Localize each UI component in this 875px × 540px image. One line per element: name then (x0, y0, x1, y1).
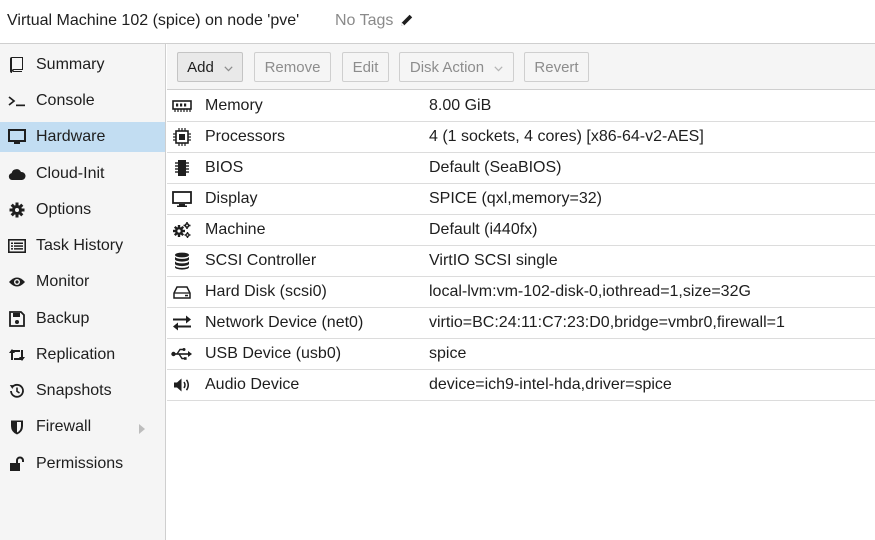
hardware-row-hard-disk[interactable]: Hard Disk (scsi0) local-lvm:vm-102-disk-… (167, 277, 875, 308)
hardware-row-name: Network Device (net0) (205, 314, 364, 331)
cogs-icon (171, 221, 193, 239)
hardware-row-value: 4 (1 sockets, 4 cores) [x86-64-v2-AES] (429, 128, 704, 145)
sidebar-item-label: Console (36, 92, 95, 109)
hardware-row-machine[interactable]: Machine Default (i440fx) (167, 215, 875, 246)
sidebar-item-replication[interactable]: Replication (0, 340, 165, 370)
sidebar-item-label: Hardware (36, 128, 106, 145)
pencil-icon[interactable] (400, 13, 414, 32)
volume-icon (171, 376, 193, 394)
sidebar-item-label: Monitor (36, 273, 90, 290)
sidebar-item-label: Options (36, 201, 92, 218)
hdd-icon (171, 283, 193, 301)
cloud-icon (7, 165, 27, 183)
hardware-row-name: BIOS (205, 159, 244, 176)
hardware-row-network-device[interactable]: Network Device (net0) virtio=BC:24:11:C7… (167, 308, 875, 339)
hardware-row-value: SPICE (qxl,memory=32) (429, 190, 602, 207)
sidebar-item-permissions[interactable]: Permissions (0, 449, 165, 479)
revert-button[interactable]: Revert (524, 52, 589, 82)
hardware-row-value: local-lvm:vm-102-disk-0,iothread=1,size=… (429, 283, 751, 300)
cpu-icon (171, 128, 193, 146)
chevron-down-icon (494, 59, 503, 76)
hardware-row-value: device=ich9-intel-hda,driver=spice (429, 376, 672, 393)
hardware-row-value: spice (429, 345, 467, 362)
sidebar-item-label: Task History (36, 237, 124, 254)
sidebar-item-hardware[interactable]: Hardware (0, 122, 165, 152)
memory-icon (171, 97, 193, 115)
sidebar-item-task-history[interactable]: Task History (0, 231, 165, 261)
revert-button-label: Revert (534, 58, 579, 76)
floppy-icon (7, 310, 27, 328)
add-button[interactable]: Add (177, 52, 243, 82)
hardware-row-name: USB Device (usb0) (205, 345, 342, 362)
database-icon (171, 252, 193, 270)
chip-icon (171, 159, 193, 177)
unlock-icon (7, 455, 27, 473)
hardware-row-memory[interactable]: Memory 8.00 GiB (167, 91, 875, 122)
hardware-row-value: 8.00 GiB (429, 97, 492, 114)
usb-icon (171, 345, 193, 363)
hardware-row-value: virtio=BC:24:11:C7:23:D0,bridge=vmbr0,fi… (429, 314, 785, 331)
sidebar-item-cloud-init[interactable]: Cloud-Init (0, 159, 165, 189)
sidebar-item-monitor[interactable]: Monitor (0, 267, 165, 297)
hardware-row-value: VirtIO SCSI single (429, 252, 558, 269)
list-icon (7, 237, 27, 255)
hardware-row-name: Processors (205, 128, 286, 145)
sidebar-item-snapshots[interactable]: Snapshots (0, 376, 165, 406)
sidebar-item-label: Firewall (36, 418, 92, 435)
disk-action-button[interactable]: Disk Action (399, 52, 514, 82)
hardware-row-name: Machine (205, 221, 266, 238)
title-bar: Virtual Machine 102 (spice) on node 'pve… (0, 0, 875, 44)
terminal-icon (7, 92, 27, 110)
history-icon (7, 382, 27, 400)
sidebar-item-summary[interactable]: Summary (0, 50, 165, 80)
sidebar-item-label: Permissions (36, 455, 124, 472)
sidebar-item-label: Cloud-Init (36, 165, 105, 182)
hardware-row-processors[interactable]: Processors 4 (1 sockets, 4 cores) [x86-6… (167, 122, 875, 153)
gear-icon (7, 201, 27, 219)
edit-button[interactable]: Edit (342, 52, 389, 82)
sidebar-item-backup[interactable]: Backup (0, 304, 165, 334)
chevron-down-icon (224, 59, 233, 76)
exchange-icon (171, 314, 193, 332)
hardware-row-value: Default (SeaBIOS) (429, 159, 562, 176)
sidebar: Summary Console Hardware Cloud-Init Opti… (0, 44, 166, 540)
sidebar-item-label: Backup (36, 310, 90, 327)
disk-action-button-label: Disk Action (409, 58, 485, 76)
shield-icon (7, 418, 27, 436)
hardware-row-name: Display (205, 190, 258, 207)
hardware-row-bios[interactable]: BIOS Default (SeaBIOS) (167, 153, 875, 184)
retweet-icon (7, 346, 27, 364)
submenu-arrow-icon[interactable] (139, 421, 145, 439)
sidebar-item-firewall[interactable]: Firewall (0, 412, 165, 442)
book-icon (7, 56, 27, 74)
hardware-row-name: SCSI Controller (205, 252, 317, 269)
display-icon (171, 190, 193, 208)
edit-button-label: Edit (352, 58, 379, 76)
sidebar-item-label: Replication (36, 346, 116, 363)
hardware-row-audio-device[interactable]: Audio Device device=ich9-intel-hda,drive… (167, 370, 875, 401)
sidebar-item-options[interactable]: Options (0, 195, 165, 225)
page-title: Virtual Machine 102 (spice) on node 'pve… (7, 12, 300, 29)
hardware-row-scsi-controller[interactable]: SCSI Controller VirtIO SCSI single (167, 246, 875, 277)
hardware-row-value: Default (i440fx) (429, 221, 538, 238)
eye-icon (7, 273, 27, 291)
hardware-row-name: Audio Device (205, 376, 300, 393)
hardware-row-name: Hard Disk (scsi0) (205, 283, 327, 300)
hardware-row-usb-device[interactable]: USB Device (usb0) spice (167, 339, 875, 370)
remove-button-label: Remove (264, 58, 321, 76)
sidebar-item-console[interactable]: Console (0, 86, 165, 116)
remove-button[interactable]: Remove (254, 52, 331, 82)
add-button-label: Add (187, 58, 214, 76)
tags-editor[interactable]: No Tags (335, 12, 414, 32)
sidebar-item-label: Summary (36, 56, 105, 73)
hardware-row-display[interactable]: Display SPICE (qxl,memory=32) (167, 184, 875, 215)
tags-label: No Tags (335, 12, 394, 29)
toolbar: Add Remove Edit Disk Action Revert (167, 44, 875, 90)
hardware-row-name: Memory (205, 97, 263, 114)
sidebar-item-label: Snapshots (36, 382, 112, 399)
monitor-icon (7, 128, 27, 146)
